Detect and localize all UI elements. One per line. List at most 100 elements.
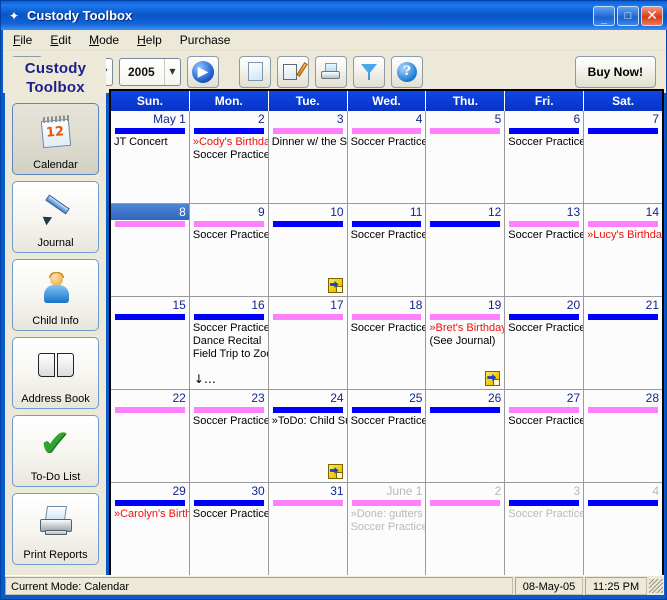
menu-item-help[interactable]: Help xyxy=(129,31,170,49)
calendar-day-cell[interactable]: 11 Soccer Practice xyxy=(347,204,427,296)
calendar-event[interactable]: Soccer Practice xyxy=(505,415,583,428)
dow-header-3: Wed. xyxy=(347,91,427,111)
close-button[interactable]: ✕ xyxy=(641,5,663,26)
calendar-event[interactable]: Dance Recital xyxy=(190,335,268,348)
calendar-day-cell[interactable]: 9 Soccer Practice xyxy=(189,204,269,296)
calendar-day-cell[interactable]: June 1 »Done: gutters Soccer Practice xyxy=(347,483,427,575)
year-select[interactable]: 2005 ▼ xyxy=(119,58,181,86)
more-items-indicator[interactable]: ↓… xyxy=(194,373,216,385)
calendar-day-cell[interactable]: 2 xyxy=(426,483,506,575)
child-icon xyxy=(13,260,98,315)
calendar-day-cell[interactable]: 8 xyxy=(111,204,190,296)
edit-entry-button[interactable] xyxy=(277,56,309,88)
calendar-day-cell[interactable]: 18 Soccer Practice xyxy=(347,297,427,389)
calendar-day-cell[interactable]: 23 Soccer Practice xyxy=(189,390,269,482)
menu-item-file[interactable]: FFileile xyxy=(5,31,40,49)
calendar-event[interactable]: Soccer Practice xyxy=(190,508,268,521)
menu-item-purchase[interactable]: Purchase xyxy=(172,31,239,49)
calendar-event[interactable]: Dinner w/ the Smiths xyxy=(269,136,347,149)
sidebar-item-label: Address Book xyxy=(21,393,90,405)
calendar-day-cell[interactable]: 13 Soccer Practice xyxy=(505,204,585,296)
calendar-day-cell[interactable]: 26 xyxy=(426,390,506,482)
new-entry-button[interactable] xyxy=(239,56,271,88)
calendar-day-cell[interactable]: 15 xyxy=(111,297,190,389)
sidebar-item-address-book[interactable]: Address Book xyxy=(12,337,99,409)
custody-bar xyxy=(588,314,659,320)
calendar-event[interactable]: »Carolyn's Birthday xyxy=(111,508,189,521)
calendar-day-cell[interactable]: 10 xyxy=(268,204,348,296)
custody-bar xyxy=(509,407,580,413)
calendar-day-cell[interactable]: 19 »Bret's Birthday (See Journal) xyxy=(426,297,506,389)
calendar-day-cell[interactable]: 3 Soccer Practice xyxy=(505,483,585,575)
calendar-event[interactable]: Soccer Practice xyxy=(348,136,426,149)
calendar-day-cell[interactable]: 20 Soccer Practice xyxy=(505,297,585,389)
sidebar-item-todo-list[interactable]: ✔ To-Do List xyxy=(12,415,99,487)
sidebar-item-child-info[interactable]: Child Info xyxy=(12,259,99,331)
calendar-day-cell[interactable]: May 1 JT Concert xyxy=(111,111,190,203)
calendar-event[interactable]: Soccer Practice xyxy=(348,521,426,534)
calendar-day-cell[interactable]: 12 xyxy=(426,204,506,296)
calendar-event[interactable]: »Done: gutters xyxy=(348,508,426,521)
calendar-day-cell[interactable]: 17 xyxy=(268,297,348,389)
calendar-day-cell[interactable]: 22 xyxy=(111,390,190,482)
calendar-event[interactable]: Soccer Practice xyxy=(505,229,583,242)
calendar-event[interactable]: Soccer Practice xyxy=(348,415,426,428)
calendar-day-cell[interactable]: 31 xyxy=(268,483,348,575)
chevron-down-icon[interactable]: ▼ xyxy=(164,59,180,85)
calendar-day-cell[interactable]: 30 Soccer Practice xyxy=(189,483,269,575)
note-icon[interactable] xyxy=(327,278,343,293)
calendar-event[interactable]: »ToDo: Child Support xyxy=(269,415,347,428)
custody-bar xyxy=(588,221,659,227)
note-icon[interactable] xyxy=(485,371,501,386)
calendar-day-cell[interactable]: 25 Soccer Practice xyxy=(347,390,427,482)
calendar-event[interactable]: Soccer Practice xyxy=(505,508,583,521)
help-button[interactable]: ? xyxy=(391,56,423,88)
custody-bar xyxy=(430,221,501,227)
calendar-event[interactable]: (See Journal) xyxy=(426,335,504,348)
note-icon[interactable] xyxy=(327,464,343,479)
filter-button[interactable] xyxy=(353,56,385,88)
buy-now-button[interactable]: Buy Now! xyxy=(574,56,656,88)
calendar-day-cell[interactable]: 27 Soccer Practice xyxy=(505,390,585,482)
minimize-button[interactable]: _ xyxy=(593,5,615,26)
calendar-day-cell[interactable]: 21 xyxy=(584,297,663,389)
next-month-button[interactable]: ▶ xyxy=(187,56,219,88)
menu-item-edit[interactable]: Edit xyxy=(42,31,79,49)
calendar-day-cell[interactable]: 6 Soccer Practice xyxy=(505,111,585,203)
calendar-day-cell[interactable]: 4 Soccer Practice xyxy=(347,111,427,203)
calendar-day-cell[interactable]: 28 xyxy=(584,390,663,482)
calendar-event[interactable]: Soccer Practice xyxy=(505,322,583,335)
sidebar-item-calendar[interactable]: 12 Calendar xyxy=(12,103,99,175)
sidebar-item-print-reports[interactable]: Print Reports xyxy=(12,493,99,565)
sidebar-item-journal[interactable]: Journal xyxy=(12,181,99,253)
calendar-event[interactable]: Soccer Practice xyxy=(348,229,426,242)
calendar-event[interactable]: »Lucy's Birthday xyxy=(584,229,662,242)
print-button[interactable] xyxy=(315,56,347,88)
menu-item-mode[interactable]: Mode xyxy=(81,31,127,49)
calendar-day-cell[interactable]: 4 xyxy=(584,483,663,575)
custody-bar xyxy=(193,500,264,506)
calendar-event[interactable]: Soccer Practice xyxy=(348,322,426,335)
calendar-event[interactable]: Soccer Practice xyxy=(505,136,583,149)
calendar-weeks: May 1 JT Concert 2 »Cody's Birthday Soccer P… xyxy=(111,111,663,575)
calendar-event[interactable]: Soccer Practice xyxy=(190,322,268,335)
calendar-day-cell[interactable]: 29 »Carolyn's Birthday xyxy=(111,483,190,575)
calendar-event[interactable]: Soccer Practice xyxy=(190,149,268,162)
maximize-button[interactable]: □ xyxy=(617,5,639,26)
calendar-event[interactable]: »Cody's Birthday xyxy=(190,136,268,149)
calendar-event[interactable]: »Bret's Birthday xyxy=(426,322,504,335)
calendar-day-cell[interactable]: 14 »Lucy's Birthday xyxy=(584,204,663,296)
calendar-day-cell[interactable]: 5 xyxy=(426,111,506,203)
calendar-event[interactable]: JT Concert xyxy=(111,136,189,149)
calendar-event[interactable]: Field Trip to Zoo xyxy=(190,348,268,361)
resize-grip[interactable] xyxy=(649,578,663,593)
calendar-day-cell[interactable]: 7 xyxy=(584,111,663,203)
calendar-day-cell[interactable]: 16 Soccer Practice Dance Recital Field Trip… xyxy=(189,297,269,389)
calendar-day-cell[interactable]: 2 »Cody's Birthday Soccer Practice xyxy=(189,111,269,203)
calendar-day-cell[interactable]: 3 Dinner w/ the Smiths xyxy=(268,111,348,203)
calendar-event[interactable]: Soccer Practice xyxy=(190,415,268,428)
day-number: 31 xyxy=(330,484,344,498)
day-number: 4 xyxy=(415,112,423,126)
calendar-event[interactable]: Soccer Practice xyxy=(190,229,268,242)
calendar-day-cell[interactable]: 24 »ToDo: Child Support xyxy=(268,390,348,482)
